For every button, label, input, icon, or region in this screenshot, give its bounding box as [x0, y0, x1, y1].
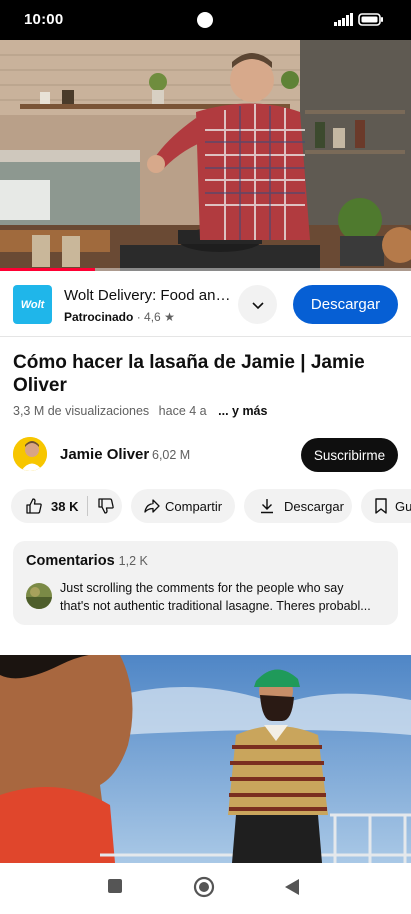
- video-title[interactable]: Cómo hacer la lasaña de Jamie | Jamie Ol…: [13, 351, 398, 397]
- watch-panel: Wolt Wolt Delivery: Food and... Patrocin…: [0, 271, 411, 663]
- channel-avatar[interactable]: [13, 437, 47, 471]
- like-button[interactable]: 38 K: [11, 497, 78, 515]
- video-player[interactable]: [0, 40, 411, 271]
- bookmark-icon: [375, 498, 387, 514]
- like-count: 38 K: [51, 498, 79, 514]
- ad-sponsored-label: Patrocinado: [64, 310, 134, 324]
- system-nav-bar: [0, 863, 411, 914]
- download-label: Descargar: [284, 498, 344, 514]
- status-time: 10:00: [24, 11, 64, 28]
- status-bar: 10:00: [0, 0, 411, 40]
- share-label: Compartir: [165, 498, 223, 514]
- subscribe-button[interactable]: Suscribirme: [301, 438, 398, 472]
- top-comment-text: Just scrolling the comments for the peop…: [60, 579, 386, 615]
- signal-icon: [334, 13, 353, 26]
- battery-icon: [358, 13, 383, 26]
- top-comment-line: that's not authentic traditional lasagne…: [60, 599, 371, 613]
- video-views: 3,3 M de visualizaciones: [13, 404, 150, 418]
- comments-count: 1,2 K: [118, 554, 148, 568]
- wolt-logo: Wolt: [13, 285, 52, 324]
- next-video-thumbnail[interactable]: [0, 655, 411, 863]
- action-bar: 38 K Compartir Descargar Gu: [0, 489, 411, 525]
- star-icon: ★: [164, 310, 175, 324]
- video-meta[interactable]: 3,3 M de visualizaciones hace 4 a ... y …: [13, 404, 267, 418]
- avatar: [13, 437, 47, 471]
- dislike-button[interactable]: [97, 497, 115, 515]
- chevron-down-icon: [251, 301, 264, 309]
- like-dislike-group: 38 K: [11, 489, 122, 523]
- avatar: [26, 583, 52, 609]
- camera-cutout: [197, 12, 213, 28]
- thumbnail-image: [0, 655, 411, 863]
- ad-expand-button[interactable]: [238, 285, 277, 324]
- save-label: Gua: [395, 498, 411, 514]
- comments-header: Comentarios 1,2 K: [26, 553, 148, 569]
- ad-banner[interactable]: Wolt Wolt Delivery: Food and... Patrocin…: [0, 271, 411, 337]
- thumbs-up-icon: [26, 498, 42, 514]
- video-frame: [0, 40, 411, 271]
- video-more-link[interactable]: ... y más: [218, 404, 267, 418]
- top-comment-line: Just scrolling the comments for the peop…: [60, 581, 344, 595]
- share-button[interactable]: Compartir: [131, 489, 235, 523]
- commenter-avatar: [26, 583, 52, 609]
- ad-meta: Patrocinado · 4,6 ★: [64, 310, 175, 324]
- save-button[interactable]: Gua: [361, 489, 411, 523]
- share-icon: [144, 499, 160, 513]
- like-divider: [87, 496, 89, 516]
- ad-dot: ·: [136, 310, 145, 324]
- thumbs-down-icon: [98, 498, 115, 514]
- home-icon[interactable]: [193, 876, 215, 898]
- back-icon[interactable]: [284, 878, 300, 896]
- download-button[interactable]: Descargar: [244, 489, 352, 523]
- channel-row: Jamie Oliver 6,02 M Suscribirme: [0, 436, 411, 474]
- comments-title: Comentarios: [26, 553, 115, 569]
- recents-icon[interactable]: [107, 878, 123, 894]
- ad-download-button[interactable]: Descargar: [293, 285, 398, 324]
- video-age: hace 4 a: [158, 404, 207, 418]
- comments-panel[interactable]: Comentarios 1,2 K Just scrolling the comm…: [13, 541, 398, 625]
- channel-name[interactable]: Jamie Oliver: [60, 446, 149, 463]
- ad-title[interactable]: Wolt Delivery: Food and...: [64, 287, 234, 304]
- download-icon: [261, 499, 273, 514]
- channel-subscribers: 6,02 M: [152, 448, 191, 462]
- ad-rating: 4,6: [144, 310, 161, 324]
